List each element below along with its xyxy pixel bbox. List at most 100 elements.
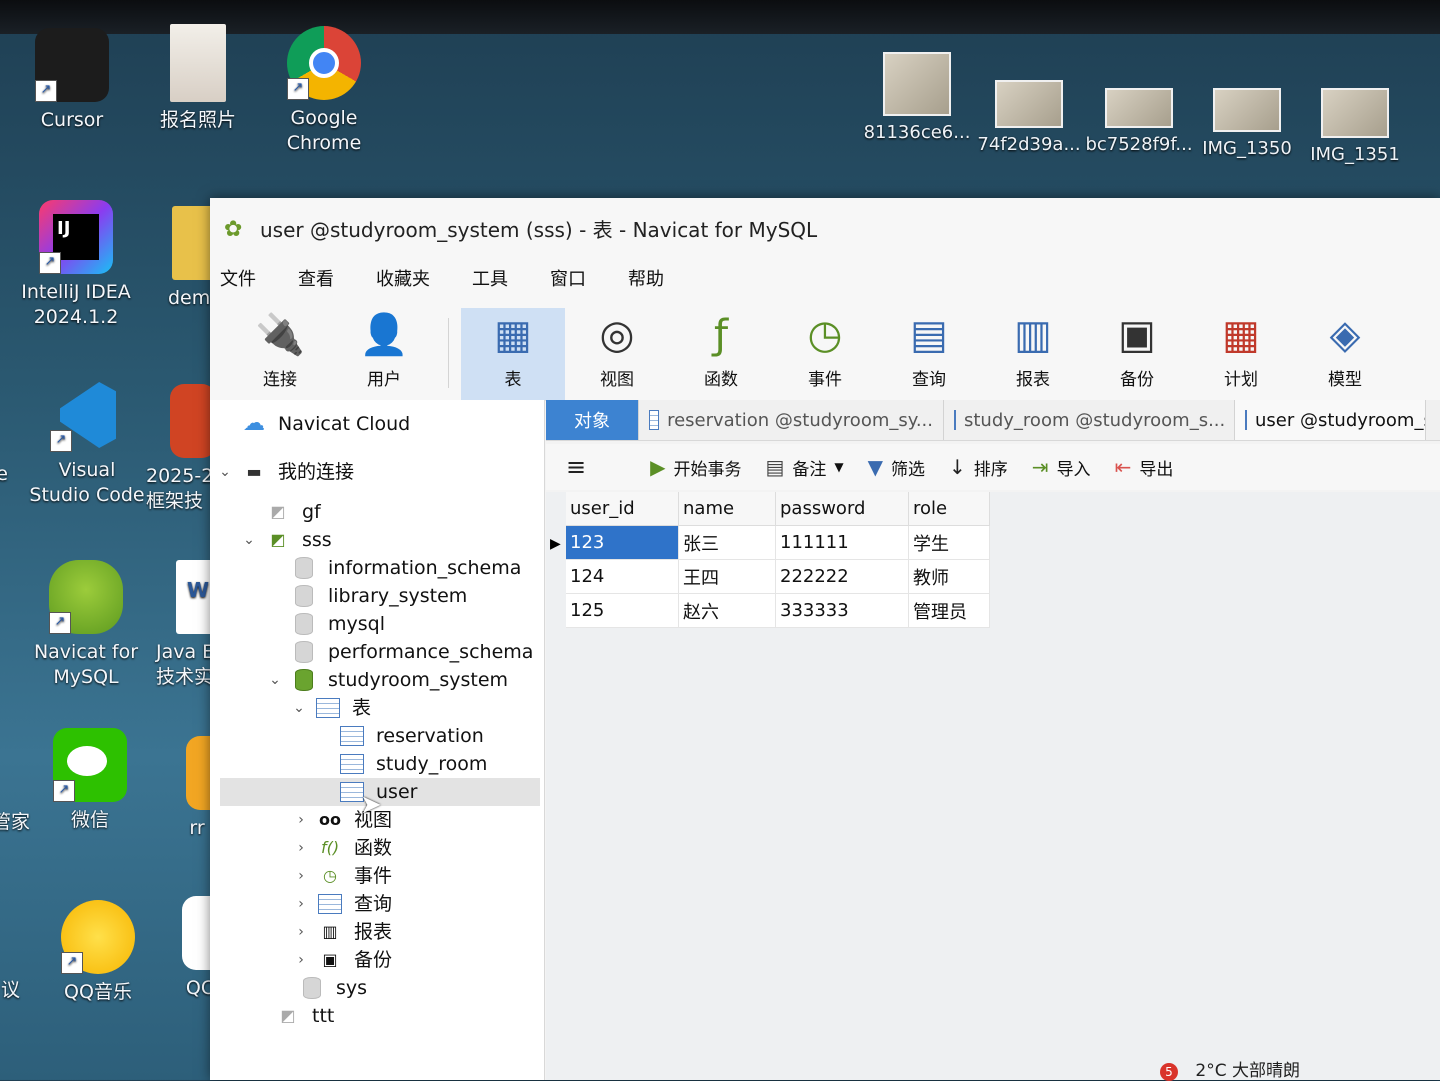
- tree-functions-node[interactable]: › f() 函数: [292, 834, 392, 862]
- menu-tools[interactable]: 工具: [472, 265, 508, 291]
- table-row[interactable]: 123 张三 111111 学生: [566, 525, 990, 560]
- sort-button[interactable]: ↓ 排序: [949, 455, 1008, 480]
- tree-queries-node[interactable]: › 查询: [292, 890, 392, 918]
- tab-study-room[interactable]: study_room @studyroom_s...: [944, 400, 1235, 440]
- tree-db-performance-schema[interactable]: performance_schema: [292, 638, 533, 666]
- menu-icon[interactable]: ≡: [566, 453, 594, 481]
- grid-cell[interactable]: 333333: [775, 593, 909, 628]
- menu-favorites[interactable]: 收藏夹: [376, 265, 430, 291]
- toolbar-query-button[interactable]: ▤ 查询: [877, 308, 981, 400]
- shortcut-arrow-icon: ↗: [39, 252, 61, 274]
- event-clock-icon: ◷: [807, 312, 843, 358]
- desktop-icon-navicat[interactable]: ↗ Navicat for MySQL: [26, 560, 146, 690]
- tab-objects[interactable]: 对象: [546, 400, 639, 440]
- table-icon: [340, 725, 364, 747]
- cloud-icon: ☁: [243, 411, 265, 436]
- tree-tables-node[interactable]: ⌄ 表: [290, 694, 371, 722]
- column-header-user-id[interactable]: user_id: [566, 492, 679, 526]
- grid-cell[interactable]: 111111: [775, 525, 909, 560]
- toolbar-model-button[interactable]: ◈ 模型: [1293, 308, 1397, 400]
- desktop-icon-edge-e[interactable]: e: [0, 462, 8, 487]
- grid-cell[interactable]: 125: [566, 593, 679, 628]
- toolbar-event-button[interactable]: ◷ 事件: [773, 308, 877, 400]
- desktop-image-3[interactable]: bc7528f9f...: [1084, 88, 1194, 155]
- grid-cell[interactable]: 222222: [775, 559, 909, 594]
- grid-cell[interactable]: 123: [566, 525, 679, 560]
- tree-db-mysql[interactable]: mysql: [292, 610, 385, 638]
- desktop-image-1[interactable]: 81136ce6...: [862, 52, 972, 143]
- menu-window[interactable]: 窗口: [550, 265, 586, 291]
- column-header-password[interactable]: password: [775, 492, 909, 526]
- tab-label: study_room @studyroom_s...: [964, 409, 1226, 431]
- menu-help[interactable]: 帮助: [628, 265, 664, 291]
- desktop-icon-ppt[interactable]: 2025-2 框架技: [146, 384, 216, 514]
- notification-badge[interactable]: 5: [1160, 1063, 1178, 1081]
- import-button[interactable]: ⇥ 导入: [1032, 455, 1091, 480]
- tab-user[interactable]: user @studyroom_s: [1235, 400, 1426, 440]
- grid-cell[interactable]: 王四: [678, 559, 776, 594]
- desktop-image-5[interactable]: IMG_1351: [1300, 88, 1410, 165]
- toolbar-connect-button[interactable]: 🔌 连接: [228, 308, 332, 400]
- filter-icon: ▼: [867, 455, 884, 479]
- view-glasses-icon: oo: [319, 810, 341, 829]
- desktop-icon-chrome[interactable]: ↗ Google Chrome: [264, 26, 384, 156]
- column-header-name[interactable]: name: [678, 492, 776, 526]
- tree-label: sss: [302, 529, 332, 551]
- toolbar-table-button[interactable]: ▦ 表: [461, 308, 565, 400]
- database-icon: [292, 641, 316, 663]
- toolbar-function-button[interactable]: ƒ 函数: [669, 308, 773, 400]
- tree-navicat-cloud[interactable]: ☁ Navicat Cloud: [242, 410, 410, 438]
- grid-cell[interactable]: 张三: [678, 525, 776, 560]
- desktop-icon-edge-guanjia[interactable]: 管家: [0, 810, 30, 835]
- desktop-icon-label: Navicat for: [33, 641, 139, 663]
- tree-backups-node[interactable]: › ▣ 备份: [292, 946, 392, 974]
- tab-reservation[interactable]: reservation @studyroom_sy...: [639, 400, 944, 440]
- toolbar-schedule-button[interactable]: ▦ 计划: [1189, 308, 1293, 400]
- menu-file[interactable]: 文件: [220, 265, 256, 291]
- menu-view[interactable]: 查看: [298, 265, 334, 291]
- table-row[interactable]: 125 赵六 333333 管理员: [566, 593, 990, 628]
- note-button[interactable]: ▤ 备注 ▼: [766, 455, 844, 480]
- column-header-role[interactable]: role: [908, 492, 990, 526]
- weather-text[interactable]: 2°C 大部晴朗: [1195, 1061, 1300, 1081]
- tree-connection-ttt[interactable]: ◩ ttt: [276, 1002, 334, 1030]
- tree-my-connections[interactable]: ⌄ ▬ 我的连接: [216, 458, 354, 486]
- tree-label: Navicat Cloud: [278, 413, 411, 435]
- desktop-icon-edge-yi[interactable]: 议: [0, 978, 20, 1003]
- tree-connection-sss[interactable]: ⌄ ◩ sss: [240, 526, 332, 554]
- tree-db-studyroom-system[interactable]: ⌄ studyroom_system: [266, 666, 508, 694]
- tree-db-information-schema[interactable]: information_schema: [292, 554, 521, 582]
- grid-cell[interactable]: 学生: [908, 525, 990, 560]
- query-icon: [318, 893, 342, 915]
- tree-events-node[interactable]: › ◷ 事件: [292, 862, 392, 890]
- desktop-icon-qqmusic[interactable]: ↗ QQ音乐: [38, 900, 158, 1005]
- tree-db-library-system[interactable]: library_system: [292, 582, 467, 610]
- desktop-icon-wechat[interactable]: ↗ 微信: [30, 728, 150, 833]
- desktop-icon-intellij[interactable]: IJ ↗ IntelliJ IDEA 2024.1.2: [16, 200, 136, 330]
- toolbar-label: 视图: [600, 370, 634, 390]
- grid-cell[interactable]: 教师: [908, 559, 990, 594]
- export-button[interactable]: ⇤ 导出: [1115, 455, 1174, 480]
- toolbar-report-button[interactable]: ▥ 报表: [981, 308, 1085, 400]
- begin-transaction-button[interactable]: ▶ 开始事务: [650, 455, 741, 480]
- toolbar-backup-button[interactable]: ▣ 备份: [1085, 308, 1189, 400]
- tree-db-sys[interactable]: sys: [300, 974, 367, 1002]
- table-row[interactable]: 124 王四 222222 教师: [566, 559, 990, 594]
- desktop-image-2[interactable]: 74f2d39a...: [974, 80, 1084, 155]
- desktop-image-4[interactable]: IMG_1350: [1192, 88, 1302, 159]
- grid-cell[interactable]: 管理员: [908, 593, 990, 628]
- desktop-icon-cursor[interactable]: ↗ Cursor: [12, 28, 132, 133]
- desktop-icon-photo[interactable]: 报名照片: [138, 24, 258, 133]
- filter-button[interactable]: ▼ 筛选: [868, 455, 925, 480]
- grid-cell[interactable]: 赵六: [678, 593, 776, 628]
- desktop-icon-vscode[interactable]: ↗ Visual Studio Code: [20, 378, 154, 508]
- toolbar-user-button[interactable]: 👤 用户: [332, 308, 436, 400]
- button-label: 导出: [1139, 459, 1174, 480]
- toolbar-view-button[interactable]: ◎ 视图: [565, 308, 669, 400]
- tree-table-reservation[interactable]: reservation: [340, 722, 484, 750]
- tree-connection-gf[interactable]: ◩ gf: [266, 498, 320, 526]
- grid-cell[interactable]: 124: [566, 559, 679, 594]
- tree-reports-node[interactable]: › ▥ 报表: [292, 918, 392, 946]
- table-icon: ▦: [494, 312, 532, 358]
- tree-table-study-room[interactable]: study_room: [340, 750, 487, 778]
